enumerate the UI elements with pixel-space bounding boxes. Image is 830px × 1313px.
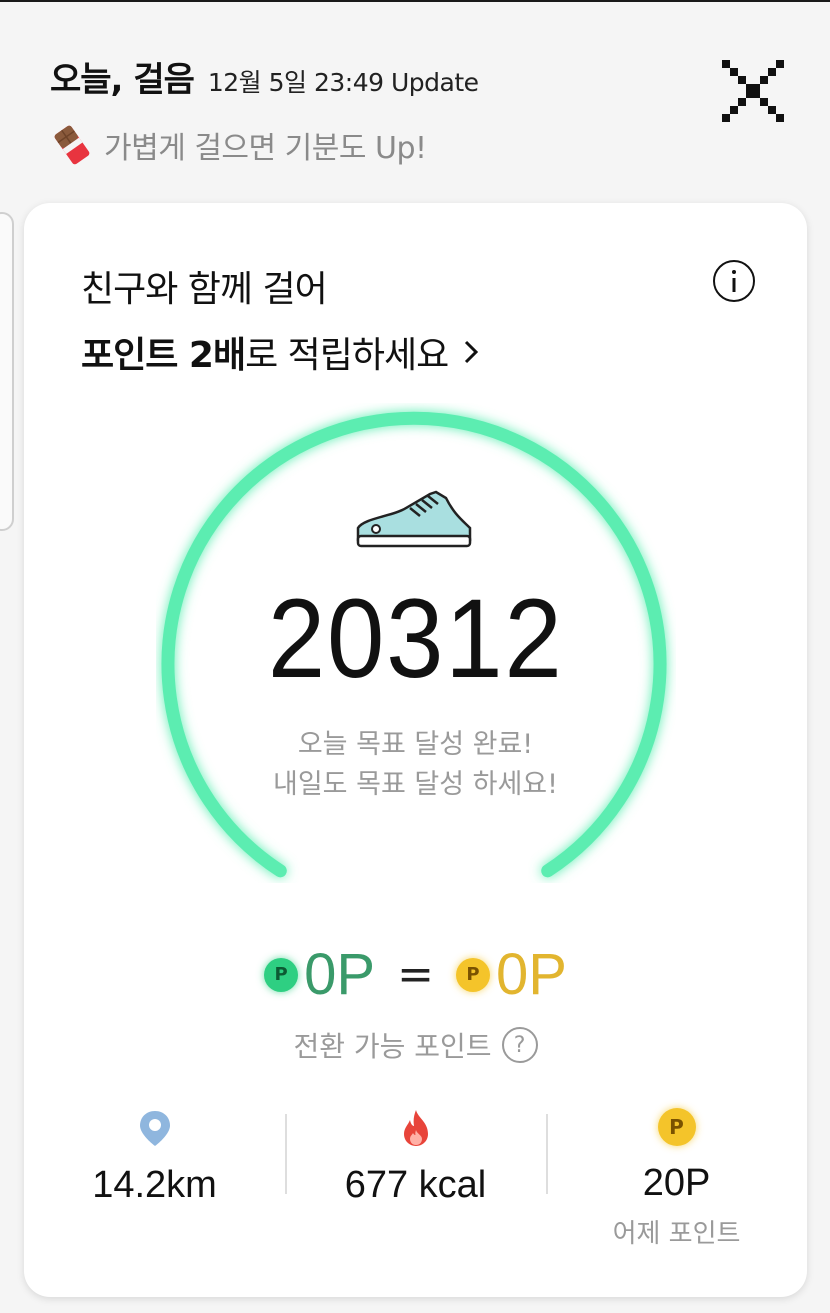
converted-points: 0P xyxy=(495,942,567,1007)
location-pin-icon xyxy=(139,1111,170,1146)
goal-line-1: 오늘 목표 달성 완료! xyxy=(297,729,534,760)
page-header: 오늘, 걸음 12월 5일 23:49 Update 가볍게 걸으면 기분도 U… xyxy=(50,52,479,167)
promo-line-1: 친구와 함께 걸어 xyxy=(81,269,328,310)
yesterday-points-value: 20P xyxy=(642,1162,711,1204)
chocolate-icon xyxy=(54,125,90,165)
sneaker-icon xyxy=(356,490,472,548)
subtitle: 가볍게 걸으면 기분도 Up! xyxy=(104,131,427,166)
close-icon[interactable] xyxy=(720,58,786,124)
stat-yesterday-points: P 20P 어제 포인트 xyxy=(546,1108,807,1250)
stat-calories: 677 kcal xyxy=(285,1108,546,1250)
yesterday-points-caption: 어제 포인트 xyxy=(612,1219,741,1249)
goal-message: 오늘 목표 달성 완료! 내일도 목표 달성 하세요! xyxy=(24,725,807,805)
update-timestamp: 12월 5일 23:49 Update xyxy=(207,68,479,97)
stats-row: 14.2km 677 kcal P 20P 어제 포인트 xyxy=(24,1108,807,1250)
point-coin-icon: P xyxy=(657,1108,696,1146)
promo-line-2: 포인트 2배 로 적립하세요 xyxy=(81,326,480,378)
stat-distance: 14.2km xyxy=(24,1108,285,1250)
subtitle-row: 가볍게 걸으면 기분도 Up! xyxy=(50,123,479,167)
top-border xyxy=(0,0,830,2)
convertible-label: 전환 가능 포인트 xyxy=(293,1030,492,1063)
earned-points: 0P xyxy=(304,942,376,1007)
distance-value: 14.2km xyxy=(92,1164,217,1206)
info-icon[interactable] xyxy=(712,259,756,303)
green-point-coin-icon: P xyxy=(264,957,299,992)
chevron-right-icon xyxy=(465,340,479,364)
convertible-points-label: 전환 가능 포인트 ? xyxy=(24,1025,807,1065)
flame-icon xyxy=(403,1110,428,1146)
help-icon[interactable]: ? xyxy=(501,1027,538,1063)
step-count: 20312 xyxy=(24,583,807,695)
equals-sign: = xyxy=(397,949,434,1000)
calories-value: 677 kcal xyxy=(344,1164,487,1206)
title-row: 오늘, 걸음 12월 5일 23:49 Update xyxy=(50,52,479,101)
friend-promo-link[interactable]: 친구와 함께 걸어 포인트 2배 로 적립하세요 xyxy=(81,260,480,378)
points-conversion: P 0P = P 0P xyxy=(24,941,807,1008)
previous-card-edge[interactable] xyxy=(0,212,14,531)
step-count-value: 20312 xyxy=(267,576,564,701)
gold-point-coin-icon: P xyxy=(455,957,490,992)
page-title: 오늘, 걸음 xyxy=(50,60,195,100)
promo-rest: 로 적립하세요 xyxy=(245,335,449,376)
steps-card: 친구와 함께 걸어 포인트 2배 로 적립하세요 20312 오늘 목표 달성 xyxy=(24,203,807,1297)
promo-highlight: 포인트 2배 xyxy=(81,335,246,376)
goal-line-2: 내일도 목표 달성 하세요! xyxy=(273,769,558,800)
